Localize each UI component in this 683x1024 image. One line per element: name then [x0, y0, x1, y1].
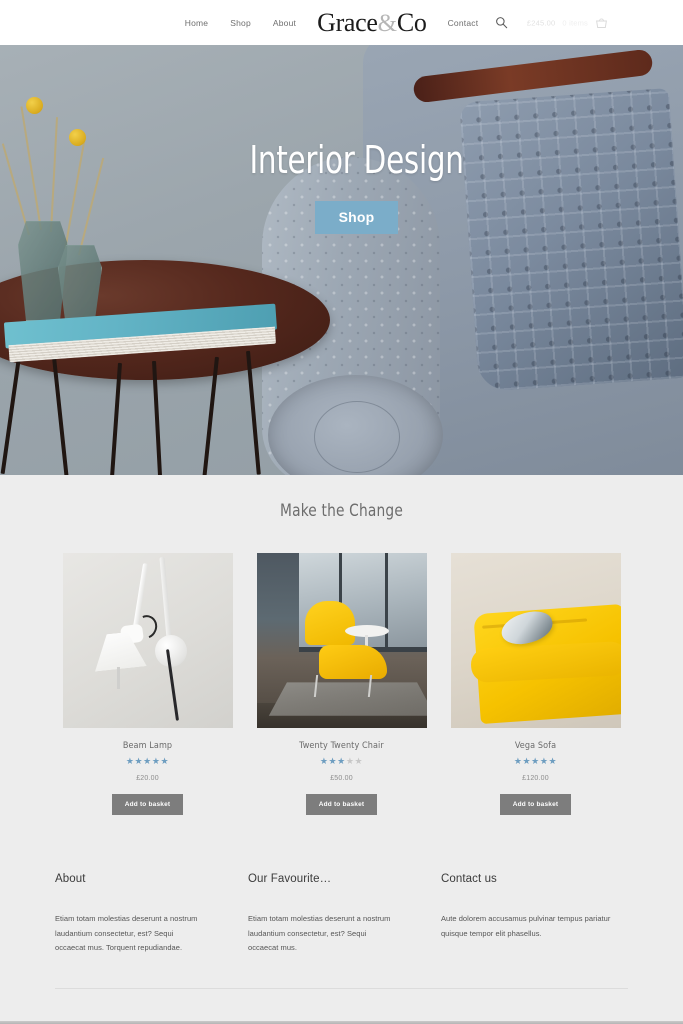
product-grid: Beam Lamp ★★★★★ £20.00 Add to basket Twe…: [0, 553, 683, 815]
footer-heading: About: [55, 873, 86, 885]
footer-body-text: Etiam totam molestias deserunt a nostrum…: [247, 914, 391, 953]
window-mullion: [384, 553, 388, 649]
site-header: Home Shop About Grace&Co Contact £245.00…: [0, 0, 683, 45]
star-icon: ★: [160, 756, 170, 766]
cart-item-count: 0 items: [562, 18, 588, 27]
chair-legs: [313, 675, 372, 697]
hero-shop-button[interactable]: Shop: [314, 201, 399, 234]
product-image-twenty-twenty-chair[interactable]: [256, 553, 427, 728]
search-icon[interactable]: [493, 15, 509, 31]
footer-column-contact-us: Contact us Aute dolorem accusamus pulvin…: [437, 873, 628, 956]
star-icon: ★: [522, 756, 532, 766]
lamp-stem: [116, 667, 120, 689]
cart-summary[interactable]: £245.00 0 items: [527, 16, 608, 29]
star-icon: ★: [345, 756, 355, 766]
product-name: Beam Lamp: [122, 741, 173, 751]
site-footer: About Etiam totam molestias deserunt a n…: [0, 845, 683, 989]
nav-left-group: Home Shop About: [174, 18, 307, 28]
hero-copy: Interior Design Shop: [0, 141, 683, 234]
star-icon: ★: [354, 756, 364, 766]
product-card[interactable]: Beam Lamp ★★★★★ £20.00 Add to basket: [62, 553, 233, 815]
product-image-vega-sofa[interactable]: [450, 553, 621, 728]
star-icon: ★: [548, 756, 558, 766]
lamp-arm-icon: [158, 556, 172, 640]
add-to-basket-button[interactable]: Add to basket: [111, 794, 184, 815]
product-price: £120.00: [522, 775, 549, 782]
footer-divider: [55, 987, 628, 989]
star-icon: ★: [328, 756, 338, 766]
sidebar-item-contact[interactable]: Contact: [437, 18, 490, 28]
add-to-basket-button[interactable]: Add to basket: [499, 794, 572, 815]
logo-main-text: Grace: [317, 7, 378, 37]
star-icon: ★: [134, 756, 144, 766]
cart-total-price: £245.00: [526, 18, 556, 27]
product-price: £20.00: [136, 775, 159, 782]
product-image-beam-lamp[interactable]: [62, 553, 233, 728]
product-card[interactable]: Twenty Twenty Chair ★★★★★ £50.00 Add to …: [256, 553, 427, 815]
hero-banner: Interior Design Shop: [0, 45, 683, 475]
site-logo[interactable]: Grace&Co: [307, 7, 436, 37]
footer-body-text: Aute dolorem accusamus pulvinar tempus p…: [440, 914, 611, 938]
product-rating-stars: ★★★★★: [257, 757, 427, 766]
lamp-wall-mount: [154, 635, 187, 667]
main-navigation: Home Shop About Grace&Co Contact £245.00…: [0, 7, 683, 37]
star-icon: ★: [531, 756, 540, 766]
footer-column-our-favourite: Our Favourite… Etiam totam molestias des…: [246, 873, 437, 956]
sidebar-item-shop[interactable]: Shop: [219, 18, 262, 28]
products-section: Make the Change Beam Lamp ★★★★★ £20.00 A…: [0, 475, 683, 845]
footer-columns: About Etiam totam molestias deserunt a n…: [55, 873, 628, 956]
product-card[interactable]: Vega Sofa ★★★★★ £120.00 Add to basket: [450, 553, 621, 815]
star-icon: ★: [539, 756, 549, 766]
section-title: Make the Change: [280, 501, 403, 521]
yellow-chair-back: [304, 601, 355, 645]
star-icon: ★: [337, 756, 346, 766]
footer-heading: Contact us: [440, 873, 497, 885]
logo-tail-text: Co: [396, 7, 427, 37]
logo-ampersand: &: [377, 9, 397, 37]
nav-right-group: Contact: [437, 15, 510, 31]
star-icon: ★: [151, 756, 161, 766]
hero-sofa-cushion: [459, 88, 683, 392]
add-to-basket-button[interactable]: Add to basket: [305, 794, 378, 815]
sidebar-item-about[interactable]: About: [262, 18, 307, 28]
star-icon: ★: [143, 756, 152, 766]
footer-body-text: Etiam totam molestias deserunt a nostrum…: [55, 914, 198, 953]
product-name: Twenty Twenty Chair: [299, 741, 384, 751]
basket-icon[interactable]: [595, 16, 608, 29]
product-name: Vega Sofa: [514, 741, 557, 751]
sidebar-item-home[interactable]: Home: [174, 18, 219, 28]
footer-column-about: About Etiam totam molestias deserunt a n…: [55, 873, 246, 956]
hero-flower-bloom: [26, 97, 43, 114]
product-rating-stars: ★★★★★: [63, 757, 233, 766]
page-root: Home Shop About Grace&Co Contact £245.00…: [0, 0, 683, 1024]
page-title: Interior Design: [249, 138, 464, 182]
footer-heading: Our Favourite…: [247, 873, 332, 885]
product-rating-stars: ★★★★★: [451, 757, 621, 766]
yellow-chair-seat: [318, 645, 387, 679]
product-price: £50.00: [330, 775, 353, 782]
